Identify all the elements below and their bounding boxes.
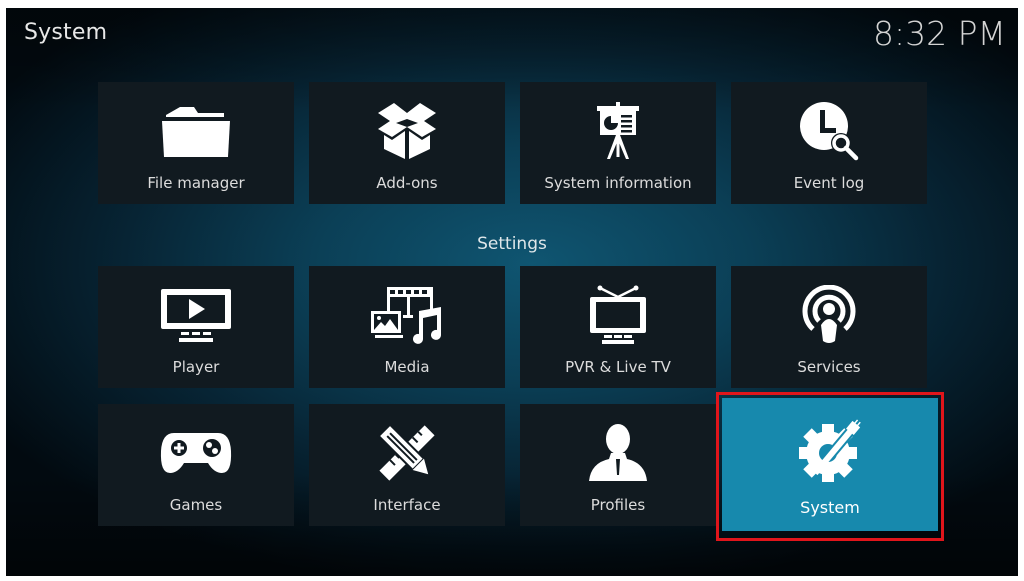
tile-event-log[interactable]: Event log	[731, 82, 927, 204]
clock-search-icon	[784, 100, 874, 162]
user-silhouette-icon	[573, 422, 663, 484]
tile-label: Add-ons	[376, 174, 438, 192]
gamepad-icon	[151, 422, 241, 484]
tile-label: Player	[172, 358, 220, 376]
tile-label: Services	[797, 358, 861, 376]
tile-label: Interface	[373, 496, 441, 514]
tv-antenna-icon	[573, 284, 663, 346]
presentation-easel-icon	[573, 100, 663, 162]
tile-label: Games	[169, 496, 223, 514]
pencil-ruler-icon	[362, 422, 452, 484]
clock: 8:32 PM	[873, 14, 1006, 53]
media-film-photo-music-icon	[362, 284, 452, 346]
tile-system-information[interactable]: System information	[520, 82, 716, 204]
tile-label: File manager	[147, 174, 245, 192]
section-title-settings: Settings	[477, 234, 547, 254]
tile-pvr-live-tv[interactable]: PVR & Live TV	[520, 266, 716, 388]
tile-file-manager[interactable]: File manager	[98, 82, 294, 204]
gear-wrench-icon	[785, 419, 875, 482]
window-title: System	[24, 20, 108, 45]
tile-label: PVR & Live TV	[565, 358, 671, 376]
monitor-play-icon	[151, 284, 241, 346]
tile-label: Media	[384, 358, 430, 376]
tile-games[interactable]: Games	[98, 404, 294, 526]
tile-media[interactable]: Media	[309, 266, 505, 388]
open-box-icon	[362, 100, 452, 162]
tile-system[interactable]: System	[722, 398, 938, 531]
folder-icon	[151, 100, 241, 162]
kodi-screen: System 8:32 PM File manager Add-ons Syst…	[6, 8, 1018, 576]
tile-profiles[interactable]: Profiles	[520, 404, 716, 526]
tile-services[interactable]: Services	[731, 266, 927, 388]
tile-label: System	[800, 498, 860, 517]
tile-label: Event log	[793, 174, 865, 192]
tile-label: Profiles	[590, 496, 646, 514]
tile-player[interactable]: Player	[98, 266, 294, 388]
tile-interface[interactable]: Interface	[309, 404, 505, 526]
broadcast-person-icon	[784, 284, 874, 346]
tile-add-ons[interactable]: Add-ons	[309, 82, 505, 204]
tile-label: System information	[544, 174, 692, 192]
